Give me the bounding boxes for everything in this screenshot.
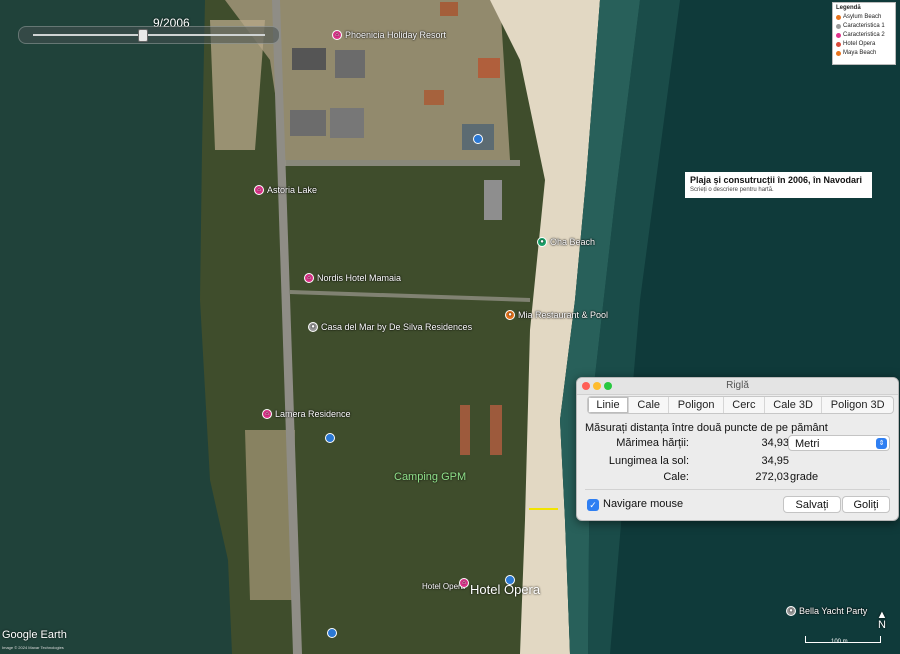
placemark-label: Mia Restaurant & Pool	[518, 310, 609, 320]
legend-title: Legendă	[836, 5, 861, 11]
beach-icon: ●	[537, 237, 547, 247]
pin-icon	[327, 628, 337, 638]
placemark-label: Oha Beach	[550, 237, 596, 247]
placemark-bella-yacht[interactable]: ● Bella Yacht Party	[786, 606, 867, 616]
placemark-label: Nordis Hotel Mamaia	[317, 273, 402, 283]
placemark-nordis[interactable]: ⌂ Nordis Hotel Mamaia	[304, 273, 401, 283]
ruler-dialog: Riglă Linie Cale Poligon Cerc Cale 3D Poligon…	[576, 377, 899, 521]
legend-item: Caracteristica 2	[836, 31, 892, 40]
placemark-casa-del-mar[interactable]: ● Casa del Mar by De Silva Residences	[308, 322, 472, 332]
heading-row: Cale: 272,03 grade	[577, 471, 898, 485]
ground-length-label: Lungimea la sol:	[608, 455, 689, 467]
tab-poligon[interactable]: Poligon	[669, 397, 724, 413]
placemark-lamera[interactable]: ⌂ Lamera Residence	[262, 409, 351, 419]
ruler-divider	[585, 489, 890, 490]
legend-swatch-icon	[836, 33, 841, 38]
clear-button[interactable]: Goliți	[842, 496, 890, 513]
placemark-hotel-opera-pin[interactable]: ⌂	[459, 578, 469, 588]
legend-item-label: Asylum Beach	[843, 14, 882, 20]
marker-blue[interactable]	[325, 433, 335, 443]
tab-cale[interactable]: Cale	[629, 397, 670, 413]
placemark-label: Casa del Mar by De Silva Residences	[321, 322, 473, 332]
mouse-navigation-label[interactable]: Navigare mouse	[603, 498, 683, 510]
scale-bar: 100 m	[805, 636, 881, 649]
map-title: Plaja și consutrucții în 2006, în Navoda…	[690, 175, 863, 185]
legend-item-label: Caracteristica 2	[843, 32, 885, 38]
legend-item: Hotel Opera	[836, 40, 892, 49]
pin-icon	[473, 134, 483, 144]
scale-label: 100 m	[831, 639, 848, 645]
ruler-titlebar[interactable]: Riglă	[577, 378, 898, 395]
legend-item-label: Maya Beach	[843, 50, 877, 56]
legend-swatch-icon	[836, 24, 841, 29]
ground-length-row: Lungimea la sol: 34,95	[577, 455, 898, 469]
time-slider-track	[33, 34, 265, 36]
placemark-oha-beach[interactable]: ● Oha Beach	[537, 237, 595, 247]
tab-cerc[interactable]: Cerc	[724, 397, 765, 413]
hotel-icon: ⌂	[262, 409, 272, 419]
heading-label: Cale:	[663, 471, 689, 483]
marker-blue[interactable]	[327, 628, 337, 638]
ruler-title: Riglă	[726, 380, 749, 391]
placemark-label: Astoria Lake	[267, 185, 318, 195]
legend-swatch-icon	[836, 51, 841, 56]
place-icon: ●	[308, 322, 318, 332]
tab-poligon-3d[interactable]: Poligon 3D	[822, 397, 893, 413]
save-button[interactable]: Salvați	[783, 496, 841, 513]
hotel-icon: ⌂	[332, 30, 342, 40]
heading-value: 272,03	[755, 471, 789, 483]
north-arrow[interactable]: ▲ N	[873, 610, 891, 631]
label-camping[interactable]: Camping GPM	[394, 471, 466, 483]
hotel-icon: ⌂	[254, 185, 264, 195]
heading-unit: grade	[790, 471, 819, 483]
restaurant-icon: ●	[505, 310, 515, 320]
mouse-navigation-checkbox[interactable]: ✓	[587, 499, 599, 511]
ruler-tab-bar: Linie Cale Poligon Cerc Cale 3D Poligon 3D	[587, 396, 894, 414]
placemark-mia-restaurant[interactable]: ● Mia Restaurant & Pool	[505, 310, 608, 320]
marker-blue[interactable]	[473, 134, 483, 144]
map-length-value: 34,93	[761, 437, 789, 449]
legend-item-label: Hotel Opera	[843, 41, 876, 47]
chevron-updown-icon: ⇕	[876, 438, 887, 449]
map-title-box[interactable]: Plaja și consutrucții în 2006, în Navoda…	[685, 172, 872, 198]
unit-select-value: Metri	[795, 438, 820, 450]
ground-length-value: 34,95	[761, 455, 789, 467]
legend-item-label: Caracteristica 1	[843, 23, 885, 29]
map-description: Scrieți o descriere pentru hartă.	[690, 187, 774, 193]
placemark-label: Phoenicia Holiday Resort	[345, 30, 447, 40]
satellite-map[interactable]: 9/2006 Legendă Asylum Beach Caracteristic…	[0, 0, 900, 654]
unit-select[interactable]: Metri ⇕	[788, 435, 890, 451]
legend-swatch-icon	[836, 15, 841, 20]
hotel-icon: ⌂	[304, 273, 314, 283]
time-slider[interactable]	[18, 26, 280, 44]
legend-panel: Legendă Asylum Beach Caracteristica 1 Cara…	[832, 2, 896, 65]
legend-item: Caracteristica 1	[836, 22, 892, 31]
pin-icon	[325, 433, 335, 443]
google-earth-logo: Google Earth	[2, 629, 67, 641]
place-icon: ●	[786, 606, 796, 616]
placemark-label: Bella Yacht Party	[799, 606, 868, 616]
tab-linie[interactable]: Linie	[588, 397, 630, 413]
legend-swatch-icon	[836, 42, 841, 47]
tab-cale-3d[interactable]: Cale 3D	[765, 397, 823, 413]
ruler-description: Măsurați distanța între două puncte de p…	[585, 422, 828, 434]
pin-icon	[505, 575, 515, 585]
placemark-phoenicia[interactable]: ⌂ Phoenicia Holiday Resort	[332, 30, 446, 40]
placemark-label: Lamera Residence	[275, 409, 351, 419]
north-label: N	[878, 619, 886, 631]
imagery-copyright: Image © 2024 Maxar Technologies	[2, 645, 64, 650]
placemark-astoria[interactable]: ⌂ Astoria Lake	[254, 185, 317, 195]
legend-item: Asylum Beach	[836, 13, 892, 22]
marker-blue[interactable]	[505, 575, 515, 585]
time-slider-thumb[interactable]	[138, 29, 149, 42]
hotel-icon: ⌂	[459, 578, 469, 588]
legend-item: Maya Beach	[836, 49, 892, 58]
map-length-label: Mărimea hărții:	[616, 437, 689, 449]
